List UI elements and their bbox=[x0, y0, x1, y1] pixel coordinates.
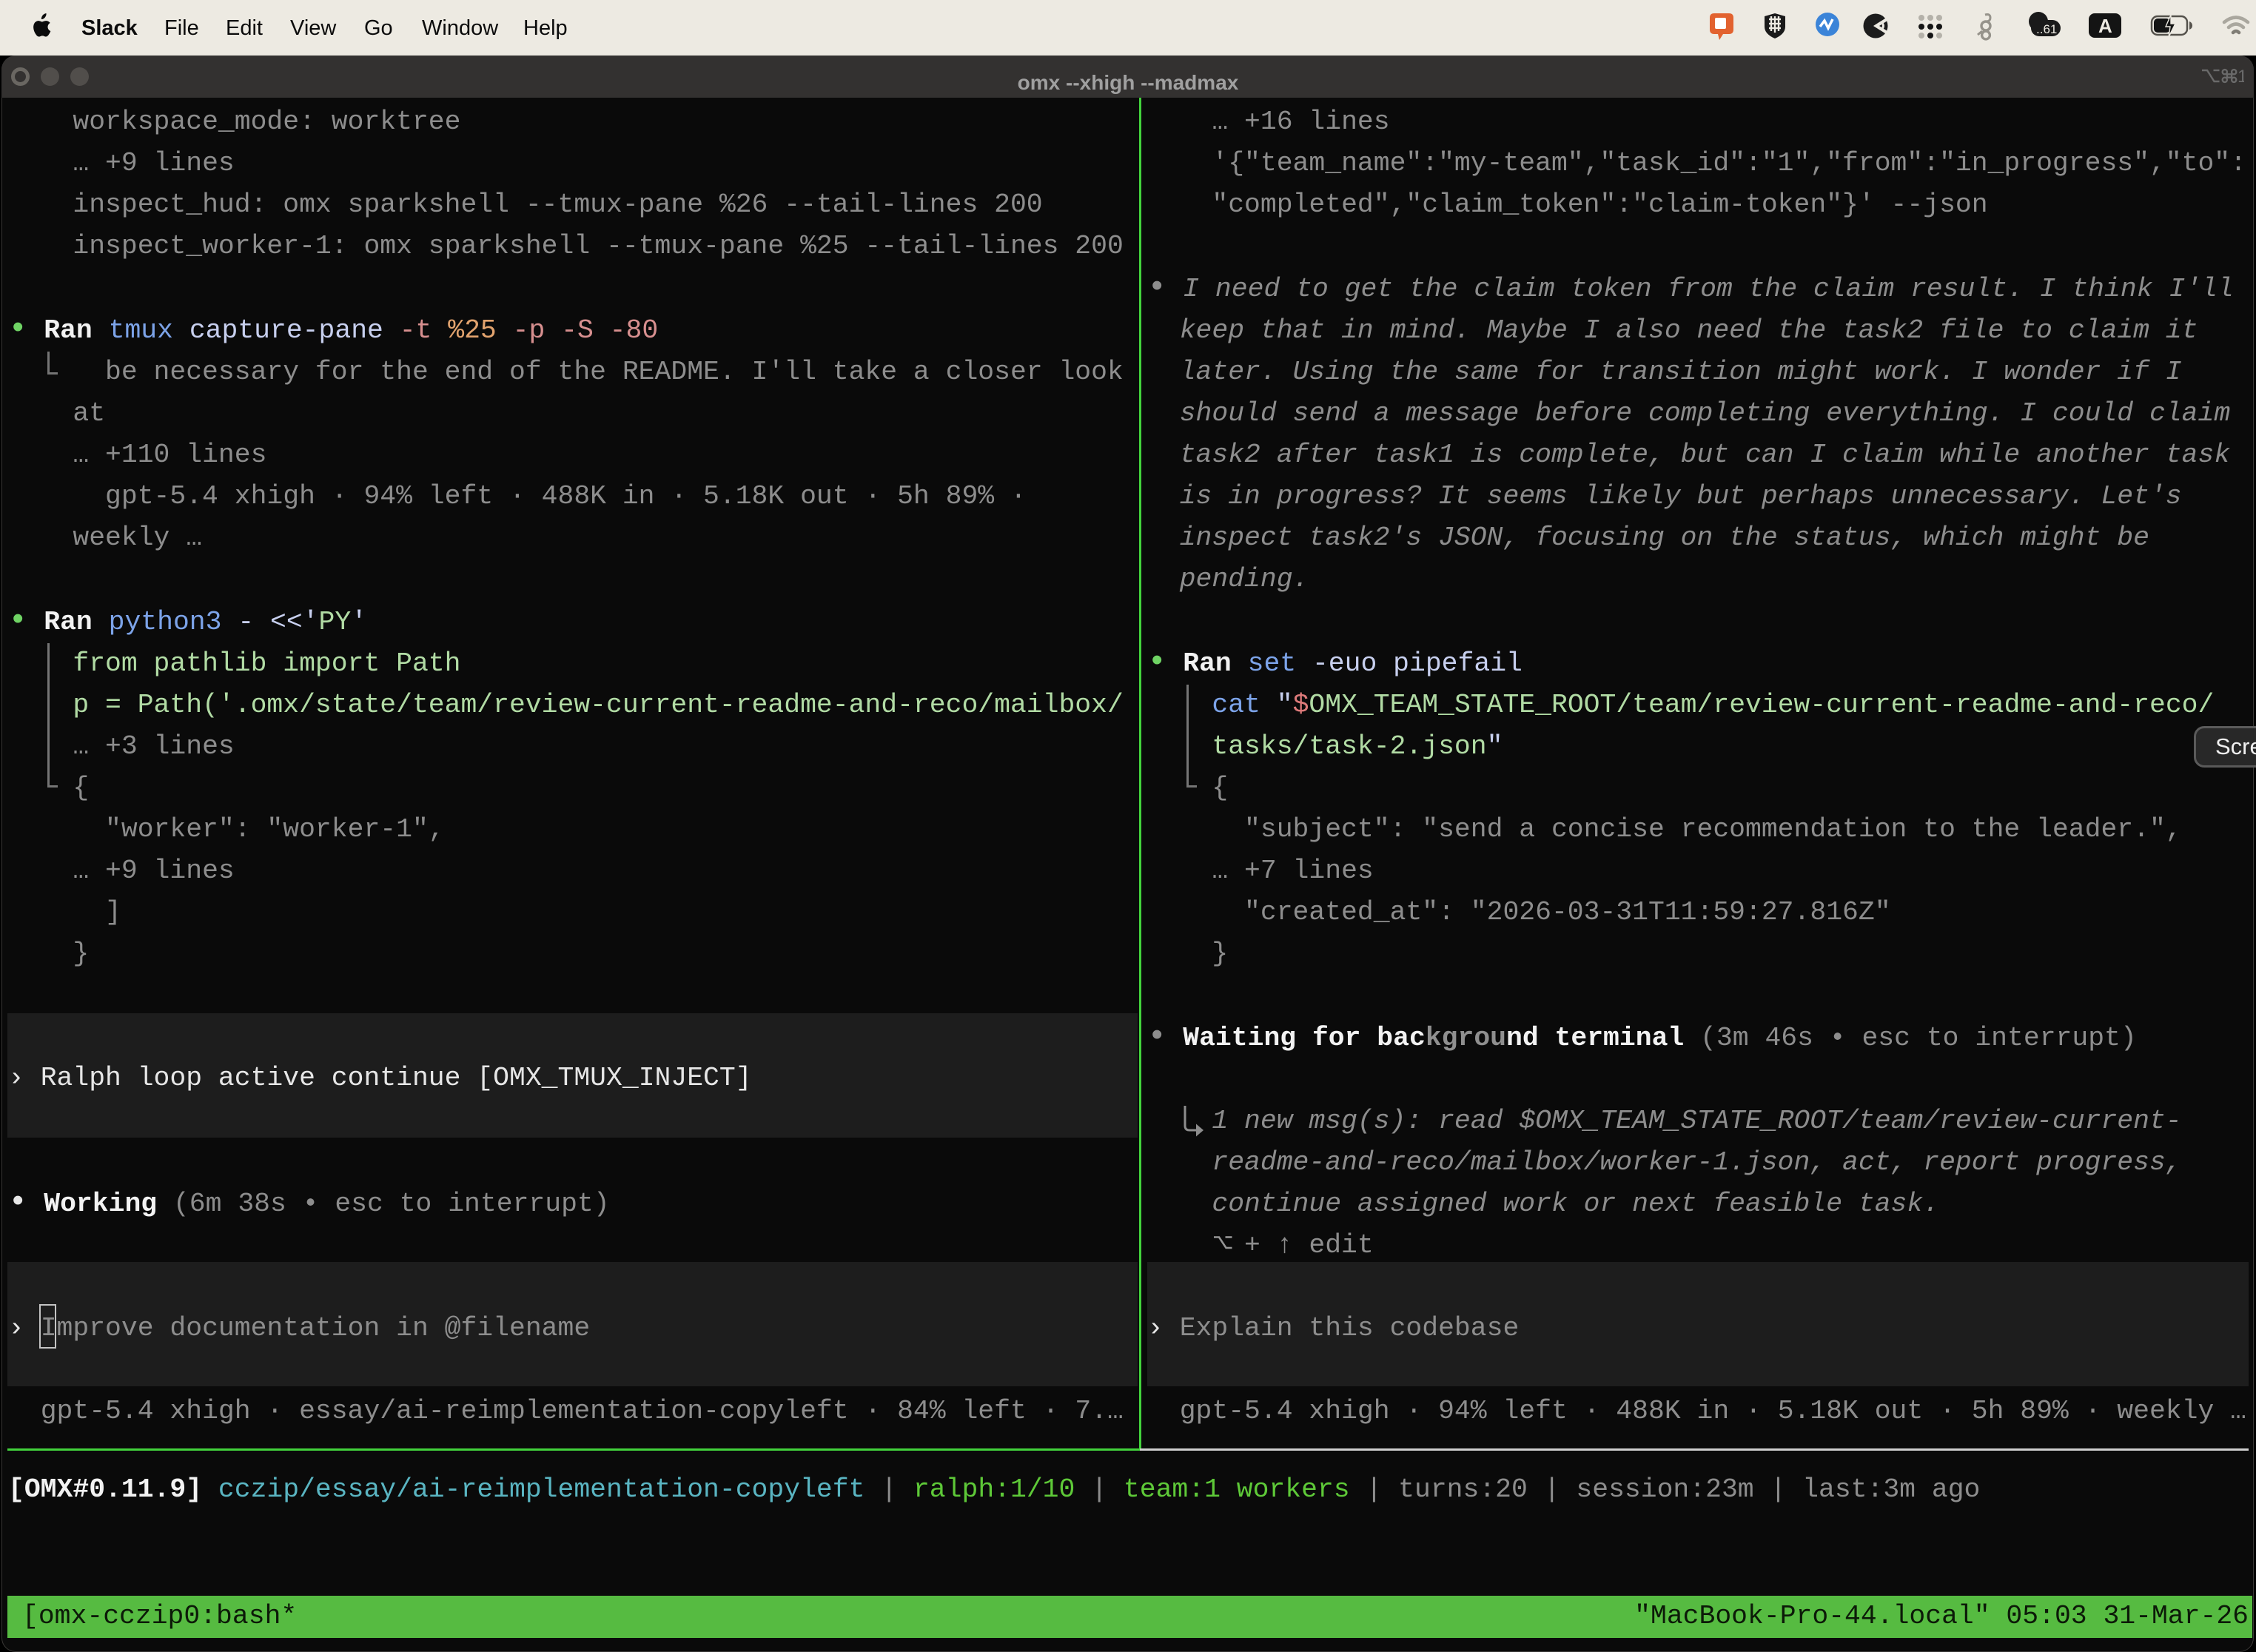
svg-text:..61: ..61 bbox=[2036, 22, 2057, 36]
svg-text:A: A bbox=[2098, 15, 2112, 37]
svg-text:1: 1 bbox=[2237, 67, 2244, 84]
